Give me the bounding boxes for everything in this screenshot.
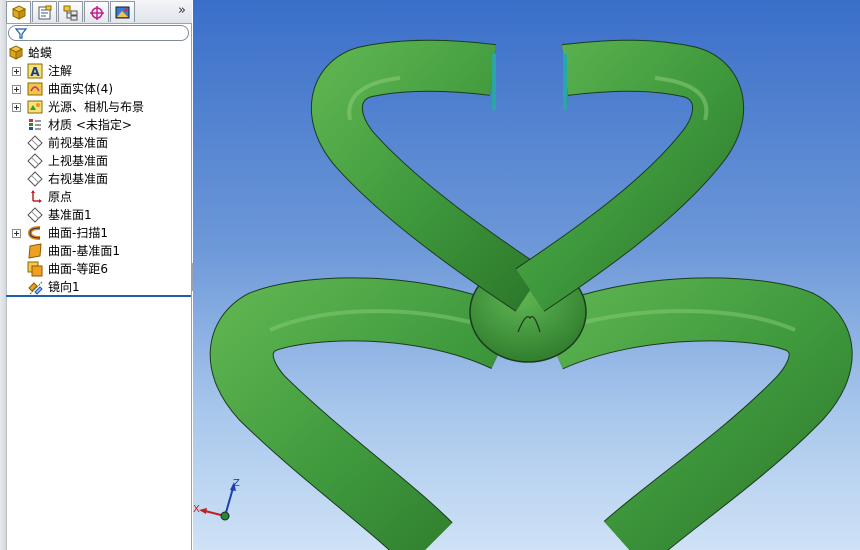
rollback-bar[interactable] [6, 295, 191, 297]
material-icon [29, 119, 41, 130]
tree-item-sweep-surface[interactable]: 曲面-扫描1 [6, 224, 190, 242]
tree-root-label: 蛤蟆 [28, 46, 53, 60]
tree-item-label: 基准面1 [48, 208, 92, 222]
tube-cut-face [563, 54, 567, 110]
reference-triad: Z X [193, 478, 240, 521]
tree-root-node[interactable]: 蛤蟆 [6, 44, 190, 62]
tree-item-label: 光源、相机与布景 [48, 100, 145, 114]
origin-icon [31, 190, 42, 203]
upper-left-arm [311, 39, 545, 312]
more-tabs-button[interactable]: » [178, 3, 186, 18]
filter-icon [15, 28, 27, 39]
frog-surface-model[interactable] [193, 0, 860, 550]
feature-manager-tab[interactable] [6, 1, 31, 23]
tree-item-label: 右视基准面 [48, 172, 109, 186]
target-crosshair-icon [90, 6, 104, 20]
property-manager-icon [38, 5, 52, 20]
tube-cut-face [492, 54, 496, 110]
expand-toggle[interactable] [12, 103, 21, 112]
offset-surface-icon [27, 261, 43, 277]
expand-toggle[interactable] [12, 85, 21, 94]
tree-item-label: 曲面-基准面1 [48, 244, 120, 258]
axis-label-z: Z [233, 478, 240, 489]
feature-manager-panel: » 蛤蟆 A 注解 曲面实体(4) 光源、相机与布景 材质 <未指定> 前视基准… [0, 0, 192, 550]
dim-xpert-tab[interactable] [84, 1, 109, 22]
lights-cameras-icon [27, 100, 43, 114]
plane-icon [27, 207, 43, 223]
planar-surface-icon [28, 243, 42, 259]
tree-item-label: 前视基准面 [48, 136, 109, 150]
mirror-icon [28, 281, 43, 295]
lower-left-leg [209, 277, 519, 550]
graphics-viewport[interactable]: Z X [193, 0, 860, 550]
tree-item-surface-bodies[interactable]: 曲面实体(4) [6, 80, 190, 98]
tree-item-mirror[interactable]: 镜向1 [6, 278, 190, 296]
tree-item-label: 曲面实体(4) [48, 82, 113, 96]
tree-item-front-plane[interactable]: 前视基准面 [6, 134, 190, 152]
display-manager-icon [115, 6, 130, 19]
tree-item-label: 原点 [48, 190, 73, 204]
sweep-surface-icon [27, 226, 41, 240]
tree-item-label: 曲面-扫描1 [48, 226, 108, 240]
expand-toggle[interactable] [12, 229, 21, 238]
plane-icon [27, 153, 43, 169]
tree-item-plane1[interactable]: 基准面1 [6, 206, 190, 224]
tree-item-label: 镜向1 [48, 280, 80, 294]
lower-right-leg [537, 277, 853, 550]
tree-item-origin[interactable]: 原点 [6, 188, 190, 206]
tree-item-label: 注解 [48, 64, 73, 78]
plane-icon [27, 171, 43, 187]
tree-item-label: 曲面-等距6 [48, 262, 108, 276]
tree-item-label: 材质 <未指定> [48, 118, 132, 132]
configuration-manager-icon [63, 5, 78, 21]
property-manager-tab[interactable] [32, 1, 57, 22]
feature-manager-tabbar: » [6, 0, 192, 24]
configuration-manager-tab[interactable] [58, 1, 83, 22]
tree-item-offset-surface[interactable]: 曲面-等距6 [6, 260, 190, 278]
tree-item-annotations[interactable]: A 注解 [6, 62, 190, 80]
tree-item-top-plane[interactable]: 上视基准面 [6, 152, 190, 170]
display-manager-tab[interactable] [110, 1, 135, 22]
feature-tree-icon [11, 5, 27, 20]
tree-item-right-plane[interactable]: 右视基准面 [6, 170, 190, 188]
part-icon [8, 45, 24, 60]
tree-filter-input[interactable] [8, 25, 189, 41]
tree-item-material[interactable]: 材质 <未指定> [6, 116, 190, 134]
expand-toggle[interactable] [12, 67, 21, 76]
axis-label-x: X [193, 504, 200, 515]
svg-text:A: A [30, 65, 40, 79]
plane-icon [27, 135, 43, 151]
annotation-icon: A [27, 63, 43, 79]
tree-item-lights-cameras[interactable]: 光源、相机与布景 [6, 98, 190, 116]
surface-bodies-icon [27, 82, 43, 96]
tree-item-label: 上视基准面 [48, 154, 109, 168]
upper-right-arm [515, 39, 744, 312]
tree-item-planar-surface[interactable]: 曲面-基准面1 [6, 242, 190, 260]
